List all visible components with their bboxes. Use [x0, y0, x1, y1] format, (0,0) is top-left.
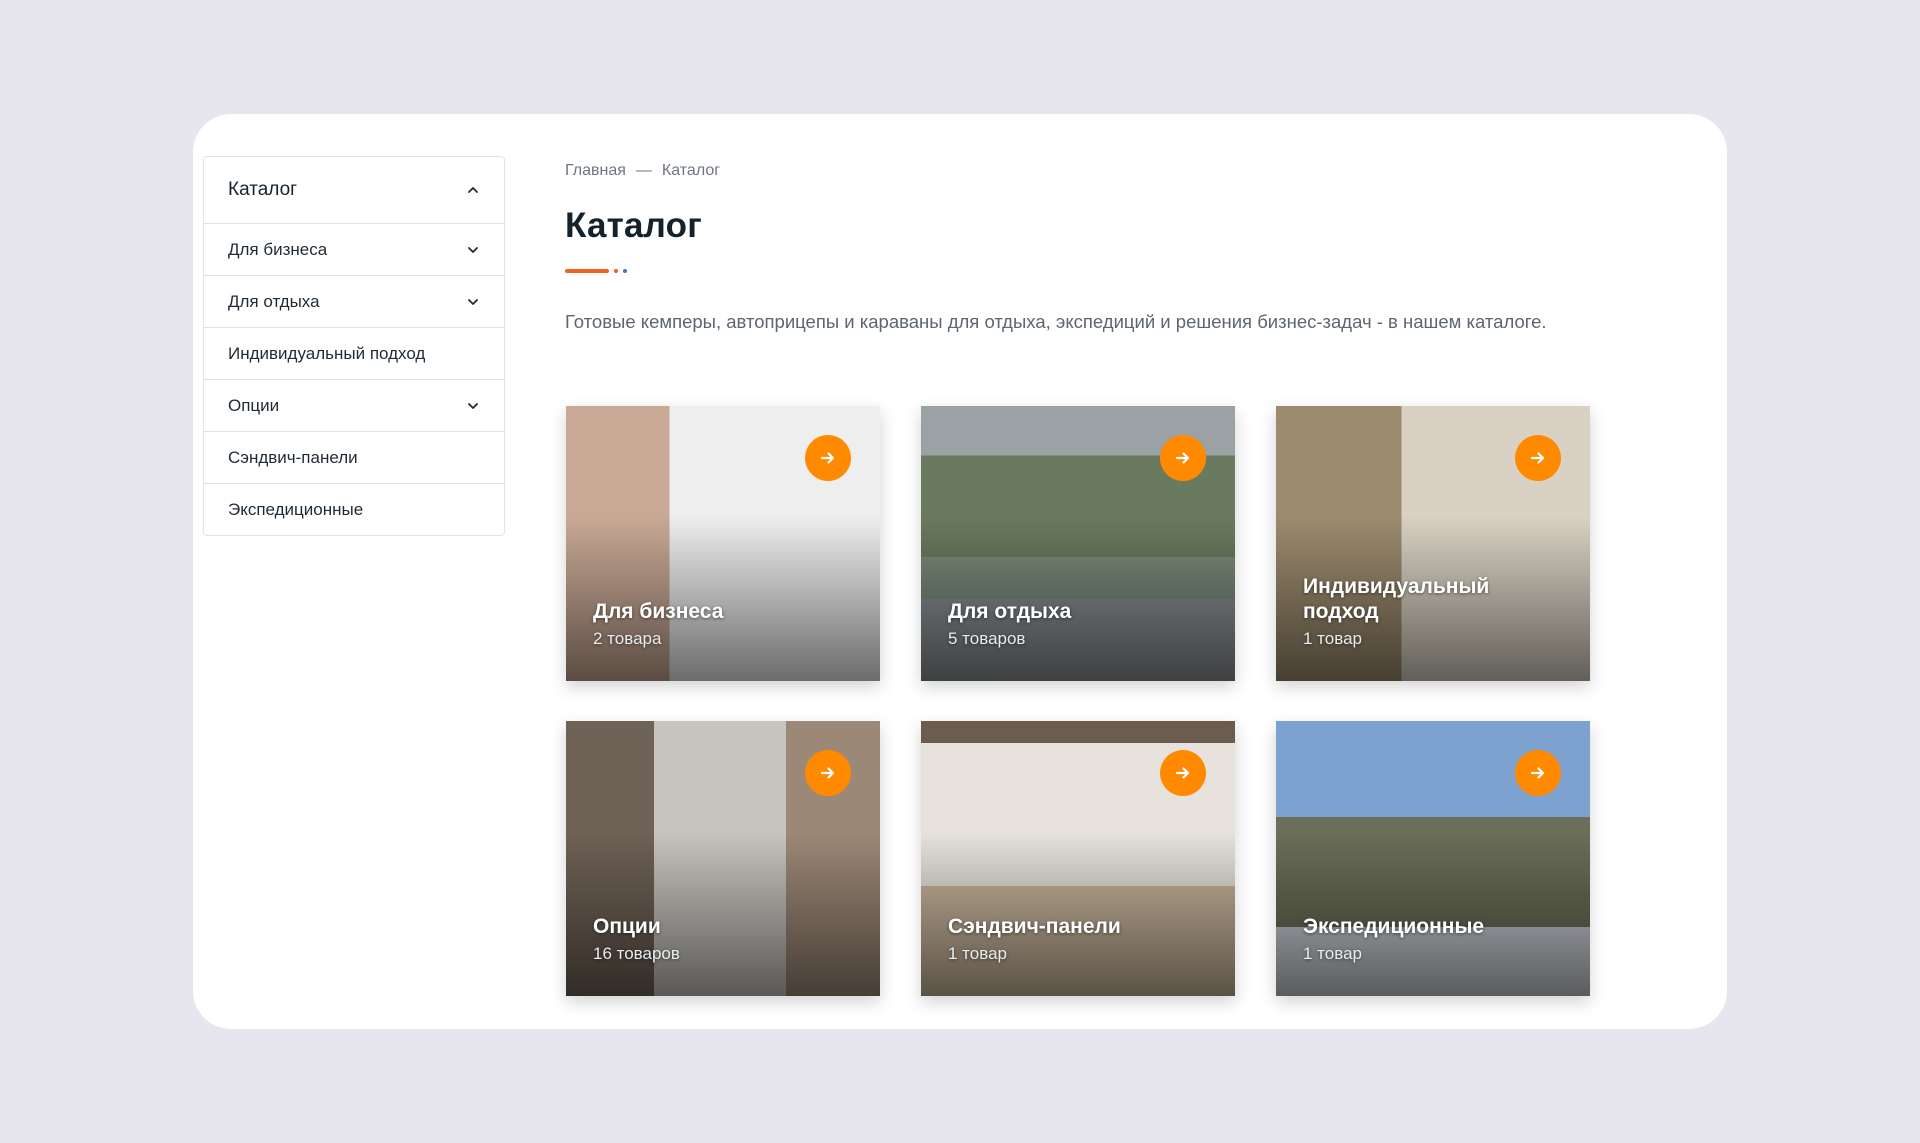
sidebar-header-label: Каталог — [228, 179, 298, 200]
sidebar-item-label: Для отдыха — [228, 291, 320, 311]
arrow-right-icon[interactable] — [1515, 750, 1561, 796]
category-info: Индивидуальный подход 1 товар — [1303, 574, 1570, 649]
category-info: Для отдыха 5 товаров — [948, 599, 1215, 649]
chevron-down-icon — [466, 399, 480, 413]
category-name: Для бизнеса — [593, 600, 724, 623]
category-name: Индивидуальный подход — [1303, 575, 1490, 623]
category-count: 16 товаров — [593, 944, 680, 963]
category-tile-expedition[interactable]: Экспедиционные 1 товар — [1276, 721, 1590, 996]
category-info: Экспедиционные 1 товар — [1303, 914, 1570, 964]
category-info: Для бизнеса 2 товара — [593, 599, 860, 649]
sidebar-item-sandwich-panels[interactable]: Сэндвич-панели — [204, 431, 504, 483]
category-count: 2 товара — [593, 629, 662, 648]
breadcrumb-separator: — — [635, 162, 652, 179]
arrow-right-icon[interactable] — [805, 750, 851, 796]
underline-bar — [565, 269, 609, 273]
sidebar-item-options[interactable]: Опции — [204, 379, 504, 431]
chevron-down-icon — [466, 243, 480, 257]
underline-dot — [623, 269, 627, 273]
category-name: Для отдыха — [948, 600, 1072, 623]
category-tile-business[interactable]: Для бизнеса 2 товара — [566, 406, 880, 681]
category-name: Сэндвич-панели — [948, 915, 1121, 938]
category-count: 1 товар — [948, 944, 1007, 963]
content-card: Каталог Для бизнеса Для отдыха Индивидуа… — [193, 114, 1727, 1029]
breadcrumb: Главная — Каталог — [565, 162, 720, 180]
category-tile-options[interactable]: Опции 16 товаров — [566, 721, 880, 996]
category-name: Экспедиционные — [1303, 915, 1485, 938]
category-count: 1 товар — [1303, 944, 1362, 963]
breadcrumb-home-link[interactable]: Главная — [565, 162, 626, 180]
catalog-sidebar: Каталог Для бизнеса Для отдыха Индивидуа… — [203, 156, 505, 536]
category-tile-custom[interactable]: Индивидуальный подход 1 товар — [1276, 406, 1590, 681]
sidebar-item-label: Индивидуальный подход — [228, 343, 426, 363]
underline-dot — [614, 269, 618, 273]
sidebar-item-leisure[interactable]: Для отдыха — [204, 275, 504, 327]
page-title: Каталог — [565, 206, 702, 245]
title-underline — [565, 269, 627, 273]
category-count: 5 товаров — [948, 629, 1026, 648]
page-description: Готовые кемперы, автоприцепы и караваны … — [565, 311, 1547, 332]
sidebar-item-custom[interactable]: Индивидуальный подход — [204, 327, 504, 379]
arrow-right-icon[interactable] — [805, 435, 851, 481]
category-name: Опции — [593, 915, 661, 938]
category-count: 1 товар — [1303, 629, 1362, 648]
category-tile-sandwich-panels[interactable]: Сэндвич-панели 1 товар — [921, 721, 1235, 996]
sidebar-header-catalog[interactable]: Каталог — [204, 157, 504, 223]
category-info: Сэндвич-панели 1 товар — [948, 914, 1215, 964]
arrow-right-icon[interactable] — [1160, 750, 1206, 796]
category-info: Опции 16 товаров — [593, 914, 860, 964]
sidebar-item-label: Экспедиционные — [228, 499, 364, 519]
sidebar-item-expedition[interactable]: Экспедиционные — [204, 483, 504, 535]
arrow-right-icon[interactable] — [1515, 435, 1561, 481]
sidebar-item-label: Сэндвич-панели — [228, 447, 358, 467]
breadcrumb-current: Каталог — [661, 162, 721, 179]
arrow-right-icon[interactable] — [1160, 435, 1206, 481]
sidebar-item-business[interactable]: Для бизнеса — [204, 223, 504, 275]
chevron-up-icon — [466, 183, 480, 197]
sidebar-item-label: Для бизнеса — [228, 239, 328, 259]
category-tile-leisure[interactable]: Для отдыха 5 товаров — [921, 406, 1235, 681]
chevron-down-icon — [466, 295, 480, 309]
sidebar-item-label: Опции — [228, 395, 280, 415]
